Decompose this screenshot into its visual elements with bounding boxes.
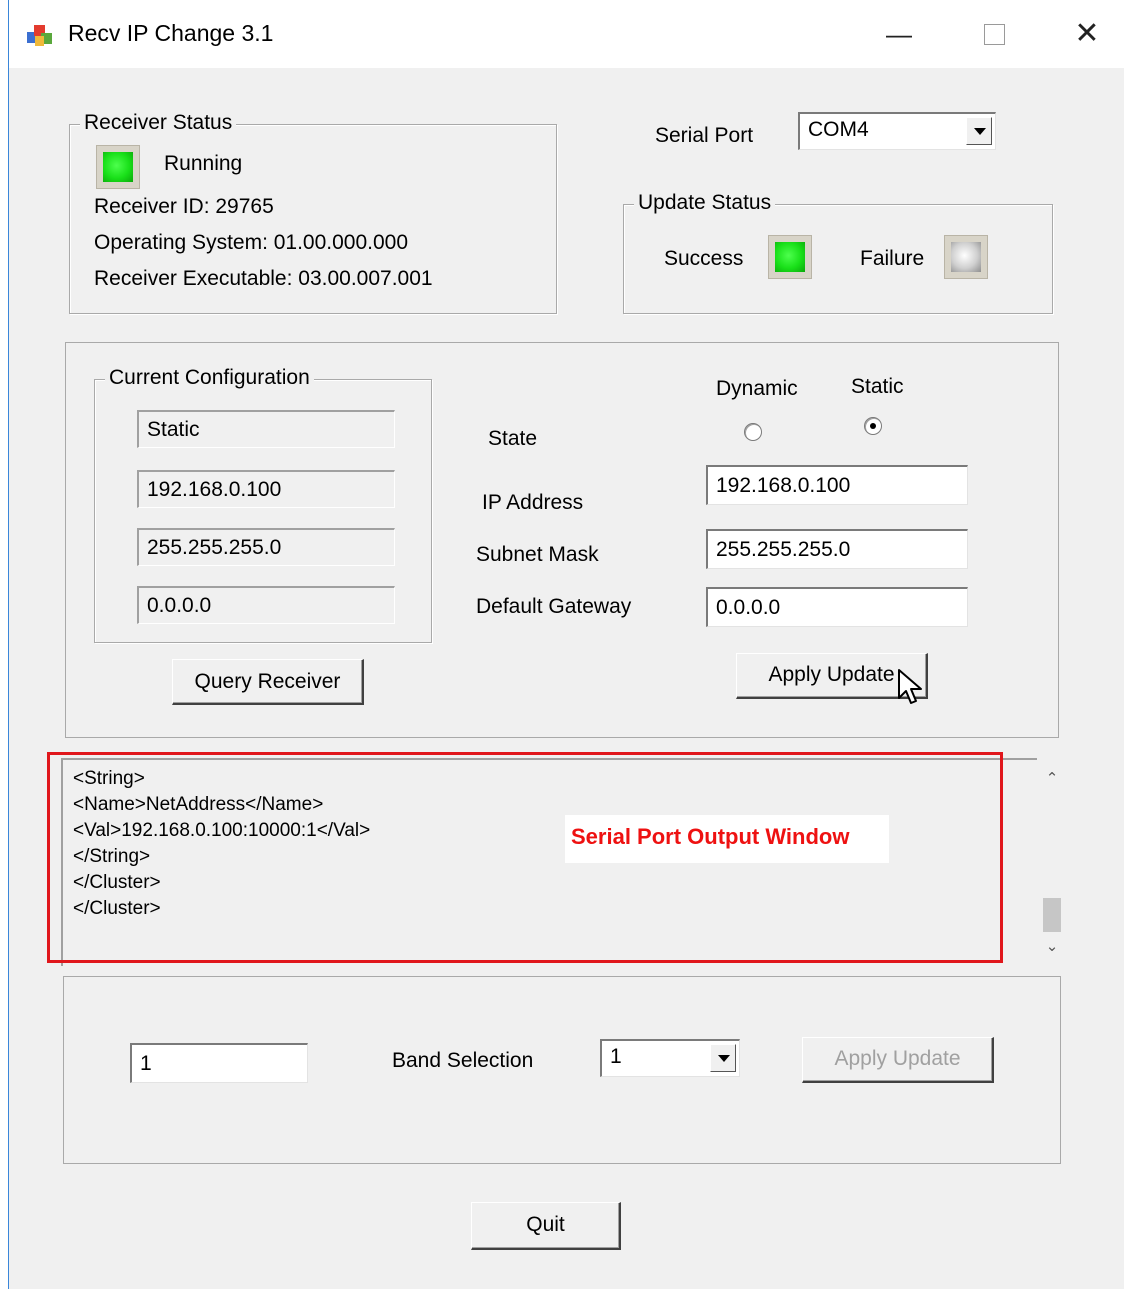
update-status-legend: Update Status xyxy=(634,191,776,215)
receiver-running-led-icon xyxy=(96,145,140,189)
band-value-input[interactable] xyxy=(130,1043,308,1083)
failure-label: Failure xyxy=(860,247,925,270)
serial-port-label: Serial Port xyxy=(655,124,754,147)
serial-port-value: COM4 xyxy=(808,118,869,141)
failure-led-icon xyxy=(944,235,988,279)
band-panel: Band Selection 1 Apply Update xyxy=(63,976,1061,1164)
title-bar[interactable]: Recv IP Change 3.1 — ✕ xyxy=(9,0,1124,68)
receiver-state-text: Running xyxy=(164,152,243,175)
app-window: Recv IP Change 3.1 — ✕ Receiver Status R… xyxy=(8,0,1124,1289)
subnet-mask-label: Subnet Mask xyxy=(476,543,599,566)
ip-address-label: IP Address xyxy=(482,491,584,514)
scroll-down-icon[interactable]: ⌄ xyxy=(1037,932,1067,962)
success-led-icon xyxy=(768,235,812,279)
dynamic-radio[interactable] xyxy=(744,423,762,441)
scroll-thumb[interactable] xyxy=(1043,898,1061,932)
current-configuration-legend: Current Configuration xyxy=(105,366,314,390)
query-receiver-button[interactable]: Query Receiver xyxy=(172,659,364,705)
operating-system-text: Operating System: 01.00.000.000 xyxy=(94,231,409,254)
receiver-executable-text: Receiver Executable: 03.00.007.001 xyxy=(94,267,433,290)
band-selection-value: 1 xyxy=(610,1045,622,1068)
output-window-annotation: Serial Port Output Window xyxy=(565,815,889,863)
scroll-up-icon[interactable]: ⌃ xyxy=(1037,764,1067,794)
subnet-mask-input[interactable] xyxy=(706,529,968,569)
dynamic-label: Dynamic xyxy=(716,377,798,400)
window-title: Recv IP Change 3.1 xyxy=(68,20,274,46)
static-label: Static xyxy=(851,375,904,398)
output-scrollbar[interactable]: ⌃ ⌄ xyxy=(1037,758,1067,966)
static-radio[interactable] xyxy=(864,417,882,435)
band-selection-label: Band Selection xyxy=(392,1049,534,1072)
receiver-id-text: Receiver ID: 29765 xyxy=(94,195,274,218)
mouse-cursor-icon xyxy=(898,669,922,704)
default-gateway-input[interactable] xyxy=(706,587,968,627)
receiver-status-legend: Receiver Status xyxy=(80,111,237,135)
chevron-down-icon[interactable] xyxy=(710,1044,736,1072)
current-gateway-field: 0.0.0.0 xyxy=(137,586,395,624)
current-configuration-group: Current Configuration Static 192.168.0.1… xyxy=(94,366,432,643)
band-apply-update-button[interactable]: Apply Update xyxy=(802,1037,994,1083)
ip-address-input[interactable] xyxy=(706,465,968,505)
receiver-status-group: Receiver Status Running Receiver ID: 297… xyxy=(69,111,557,314)
chevron-down-icon[interactable] xyxy=(966,117,992,145)
maximize-icon[interactable] xyxy=(974,14,1014,54)
quit-button[interactable]: Quit xyxy=(471,1202,621,1250)
minimize-icon[interactable]: — xyxy=(879,14,919,54)
band-selection-select[interactable]: 1 xyxy=(600,1039,740,1077)
success-label: Success xyxy=(664,247,744,270)
state-label: State xyxy=(488,427,538,450)
default-gateway-label: Default Gateway xyxy=(476,595,632,618)
current-state-field: Static xyxy=(137,410,395,448)
current-ip-field: 192.168.0.100 xyxy=(137,470,395,508)
serial-port-select[interactable]: COM4 xyxy=(798,112,996,150)
app-icon xyxy=(27,25,52,46)
current-subnet-field: 255.255.255.0 xyxy=(137,528,395,566)
close-icon[interactable]: ✕ xyxy=(1067,14,1107,54)
update-status-group: Update Status Success Failure xyxy=(623,191,1053,314)
